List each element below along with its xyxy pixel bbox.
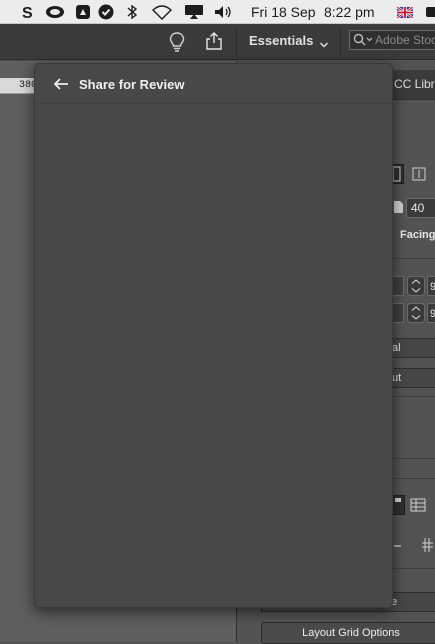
align-icon[interactable]: [392, 537, 404, 555]
bluetooth-icon[interactable]: [124, 3, 140, 21]
facing-pages-label: Facing: [400, 229, 435, 241]
creative-cloud-icon[interactable]: [44, 3, 66, 21]
menubar-overflow-icon[interactable]: [424, 3, 435, 21]
cc-libraries-tab[interactable]: CC Libr: [394, 77, 435, 91]
airplay-icon[interactable]: [182, 3, 206, 21]
google-drive-icon[interactable]: [74, 3, 92, 21]
grid-view-icon[interactable]: [391, 495, 405, 515]
margin-bottom-value: 9: [430, 308, 435, 320]
margin-top-value: 9: [430, 281, 435, 293]
column-guides-icon[interactable]: [420, 535, 435, 555]
workspace-switcher[interactable]: Essentials: [249, 33, 313, 49]
menubar-time[interactable]: 8:22 pm: [324, 3, 375, 21]
uk-flag-icon[interactable]: [396, 3, 414, 21]
checkmark-app-icon[interactable]: [97, 3, 115, 21]
popover-header: Share for Review: [35, 64, 392, 104]
search-icon[interactable]: [353, 33, 373, 47]
menubar-date[interactable]: Fri 18 Sep: [251, 3, 316, 21]
popover-title: Share for Review: [79, 77, 185, 92]
lightbulb-icon[interactable]: [168, 31, 186, 53]
height-stepper[interactable]: [407, 303, 425, 323]
macos-menu-bar: S Fri 18 Sep 8:22 pm: [0, 0, 435, 24]
panel-dropdown-1-label: al: [392, 342, 401, 354]
share-icon[interactable]: [204, 31, 224, 51]
chevron-down-icon[interactable]: [319, 36, 329, 48]
back-arrow-icon[interactable]: [52, 76, 70, 92]
search-placeholder: Adobe Stock: [375, 33, 435, 47]
table-icon[interactable]: [409, 496, 427, 514]
svg-text:S: S: [22, 5, 33, 20]
width-stepper[interactable]: [407, 276, 425, 296]
skype-icon[interactable]: S: [20, 3, 36, 21]
wifi-icon[interactable]: [150, 3, 174, 21]
share-for-review-popover: Share for Review: [34, 63, 393, 608]
appbar-divider: [236, 28, 237, 54]
landscape-orientation-icon[interactable]: [410, 164, 428, 184]
layout-grid-options-button[interactable]: Layout Grid Options: [261, 622, 435, 644]
pages-count-value: 40: [411, 201, 425, 215]
volume-icon[interactable]: [212, 3, 234, 21]
page-icon: [392, 200, 404, 214]
panel-dropdown-2-label: ut: [392, 372, 402, 384]
appbar-divider-2: [340, 28, 341, 54]
